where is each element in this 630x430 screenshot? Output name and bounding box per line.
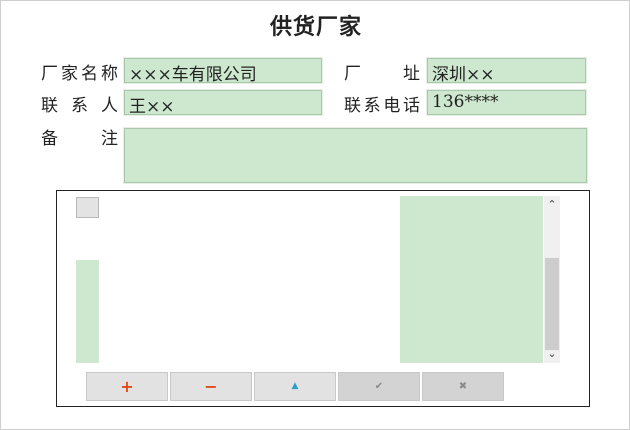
scrollbar-thumb[interactable] [545, 258, 559, 350]
delete-button[interactable]: − [170, 372, 252, 401]
phone-field[interactable]: 136**** [426, 89, 587, 116]
detail-pane[interactable] [400, 196, 543, 363]
address-label: 厂址 [344, 64, 420, 84]
edit-button[interactable]: ▲ [254, 372, 336, 401]
vertical-scrollbar[interactable]: ⌃ ⌄ [544, 196, 560, 363]
check-icon: ✔ [374, 380, 384, 392]
remarks-label: 备注 [41, 129, 118, 149]
plus-icon: + [120, 376, 134, 396]
scroll-down-icon[interactable]: ⌄ [544, 347, 560, 361]
row-selector-button[interactable] [76, 197, 99, 218]
manufacturer-name-field[interactable]: ×××车有限公司 [123, 57, 323, 84]
minus-icon: − [204, 376, 218, 396]
form-window: 供货厂家 厂家名称 ×××车有限公司 厂址 深圳×× 联系人 王×× 联系电话 … [0, 0, 630, 430]
detail-grid: ⌃ ⌄ + − ▲ ✔ ✖ [56, 190, 590, 407]
remarks-field[interactable] [123, 127, 588, 184]
triangle-up-icon: ▲ [291, 381, 299, 391]
contact-label: 联系人 [41, 96, 118, 116]
contact-field[interactable]: 王×× [123, 89, 323, 116]
row-indicator-strip [76, 260, 99, 363]
scroll-up-icon[interactable]: ⌃ [544, 198, 560, 212]
cancel-button[interactable]: ✖ [422, 372, 504, 401]
x-icon: ✖ [458, 380, 468, 392]
form-title: 供货厂家 [269, 14, 362, 40]
add-button[interactable]: + [86, 372, 168, 401]
confirm-button[interactable]: ✔ [338, 372, 420, 401]
phone-label: 联系电话 [344, 96, 420, 116]
manufacturer-name-label: 厂家名称 [41, 64, 118, 84]
address-field[interactable]: 深圳×× [426, 57, 587, 84]
